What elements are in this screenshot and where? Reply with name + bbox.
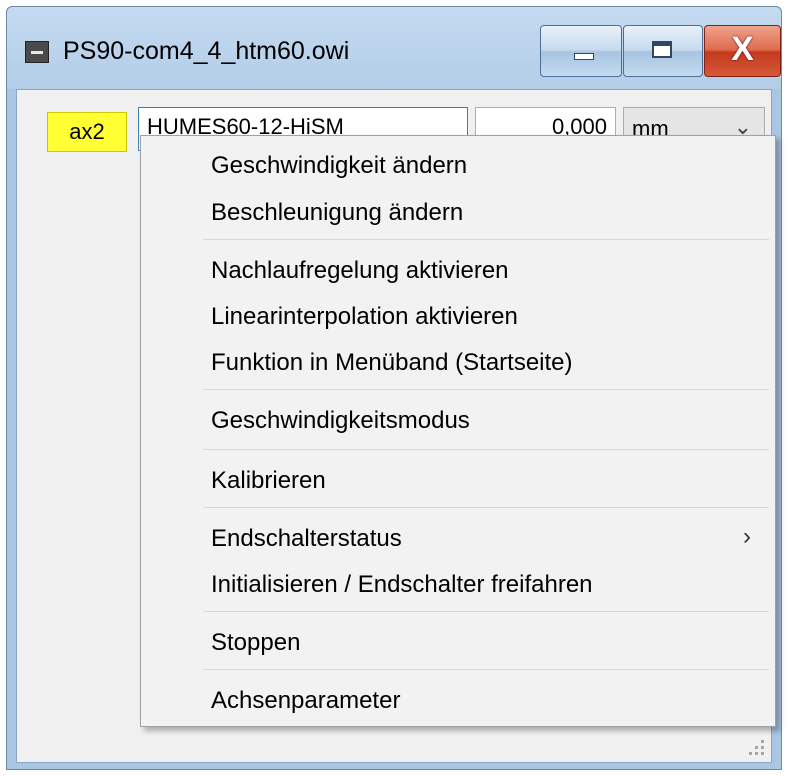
menu-item-label: Geschwindigkeitsmodus bbox=[211, 407, 470, 434]
menu-separator bbox=[203, 239, 769, 240]
menu-item-initialize[interactable]: Initialisieren / Endschalter freifahren bbox=[143, 563, 773, 607]
menu-item-label: Nachlaufregelung aktivieren bbox=[211, 257, 509, 284]
close-button[interactable]: X bbox=[704, 25, 781, 77]
menu-item-label: Achsenparameter bbox=[211, 687, 401, 714]
window-title: PS90-com4_4_htm60.owi bbox=[63, 37, 350, 65]
menu-item-label: Kalibrieren bbox=[211, 467, 326, 494]
resize-grip-icon[interactable] bbox=[749, 740, 765, 756]
title-bar[interactable]: PS90-com4_4_htm60.owi X bbox=[7, 7, 781, 89]
axis-badge[interactable]: ax2 bbox=[47, 112, 127, 152]
menu-separator bbox=[203, 449, 769, 450]
menu-item-limit-switch-status[interactable]: Endschalterstatus › bbox=[143, 517, 773, 561]
menu-item-stop[interactable]: Stoppen bbox=[143, 621, 773, 665]
menu-item-label: Linearinterpolation aktivieren bbox=[211, 303, 518, 330]
menu-item-label: Beschleunigung ändern bbox=[211, 199, 464, 226]
close-icon: X bbox=[731, 30, 754, 68]
menu-item-axis-parameters[interactable]: Achsenparameter bbox=[143, 679, 773, 723]
menu-item-calibrate[interactable]: Kalibrieren bbox=[143, 459, 773, 503]
context-menu: Geschwindigkeit ändern Beschleunigung än… bbox=[140, 135, 776, 727]
menu-item-label: Funktion in Menüband (Startseite) bbox=[211, 349, 573, 376]
minimize-button[interactable] bbox=[540, 25, 622, 77]
menu-item-enable-linear-interpolation[interactable]: Linearinterpolation aktivieren bbox=[143, 295, 773, 339]
minimize-icon bbox=[574, 53, 594, 60]
maximize-icon bbox=[652, 41, 672, 58]
menu-separator bbox=[203, 611, 769, 612]
submenu-arrow-icon: › bbox=[743, 523, 751, 550]
menu-separator bbox=[203, 507, 769, 508]
menu-item-change-acceleration[interactable]: Beschleunigung ändern bbox=[143, 191, 773, 235]
menu-item-label: Endschalterstatus bbox=[211, 525, 402, 552]
menu-separator bbox=[203, 669, 769, 670]
menu-item-enable-following-control[interactable]: Nachlaufregelung aktivieren bbox=[143, 249, 773, 293]
menu-item-speed-mode[interactable]: Geschwindigkeitsmodus bbox=[143, 399, 773, 443]
menu-separator bbox=[203, 389, 769, 390]
maximize-button[interactable] bbox=[623, 25, 703, 77]
menu-item-label: Initialisieren / Endschalter freifahren bbox=[211, 571, 593, 598]
menu-item-change-speed[interactable]: Geschwindigkeit ändern bbox=[143, 144, 773, 188]
menu-item-function-in-ribbon[interactable]: Funktion in Menüband (Startseite) bbox=[143, 341, 773, 385]
app-icon[interactable] bbox=[25, 41, 49, 63]
menu-item-label: Geschwindigkeit ändern bbox=[211, 152, 468, 179]
menu-item-label: Stoppen bbox=[211, 629, 301, 656]
